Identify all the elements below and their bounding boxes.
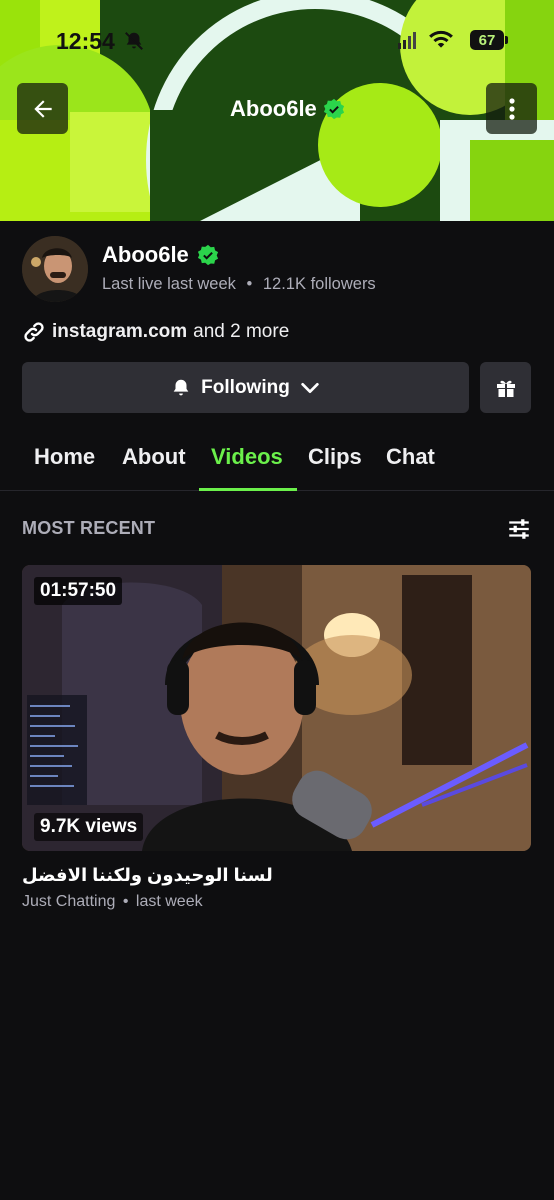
tab-clips[interactable]: Clips: [308, 444, 362, 470]
profile-name: Aboo6le: [102, 242, 189, 267]
avatar[interactable]: [22, 236, 88, 302]
following-button[interactable]: Following: [22, 362, 469, 413]
tab-home[interactable]: Home: [34, 444, 95, 470]
views-badge: 9.7K views: [34, 813, 144, 841]
gift-icon: [496, 380, 515, 397]
bell-off-icon: [123, 30, 145, 57]
battery-tip: [505, 36, 508, 44]
chevron-down-icon: [301, 382, 319, 393]
status-icons: [398, 30, 454, 50]
back-button[interactable]: [17, 83, 68, 134]
followers-count: 12.1K followers: [262, 275, 376, 293]
battery-icon: 67: [470, 30, 504, 50]
wifi-icon: [429, 30, 453, 48]
gift-button[interactable]: [480, 362, 531, 413]
tab-chat[interactable]: Chat: [386, 444, 435, 470]
video-meta: Just Chatting • last week: [22, 893, 203, 911]
video-title[interactable]: لسنا الوحيدون ولكننا الافضل: [22, 865, 273, 886]
social-links[interactable]: instagram.com and 2 more: [22, 320, 289, 344]
thumbnail-image: [22, 565, 531, 851]
verified-badge-icon: [323, 98, 344, 120]
primary-link[interactable]: instagram.com: [52, 321, 187, 343]
vertical-dots-icon: [508, 97, 515, 120]
video-posted: last week: [135, 893, 203, 910]
header-channel-name: Aboo6le: [230, 96, 317, 121]
meta-separator: •: [246, 275, 253, 293]
active-tab-indicator: [199, 488, 297, 491]
video-meta-separator: •: [122, 893, 129, 910]
header-title: Aboo6le: [230, 96, 345, 122]
video-thumbnail[interactable]: 01:57:50 9.7K views: [22, 565, 531, 851]
verified-badge-icon: [197, 244, 218, 266]
tab-videos[interactable]: Videos: [211, 444, 283, 470]
status-time: 12:54: [56, 28, 115, 54]
channel-tabs: Home About Videos Clips Chat: [0, 430, 554, 492]
bell-icon: [173, 379, 189, 395]
last-live: Last live last week: [102, 275, 236, 293]
more-options-button[interactable]: [486, 83, 537, 134]
following-label: Following: [201, 376, 290, 398]
arrow-left-icon: [33, 99, 52, 118]
duration-badge: 01:57:50: [34, 577, 123, 605]
section-title: MOST RECENT: [22, 518, 156, 538]
battery-level: 67: [478, 31, 496, 49]
profile-meta: Last live last week • 12.1K followers: [102, 275, 376, 294]
link-icon: [24, 322, 44, 342]
more-links[interactable]: and 2 more: [193, 321, 289, 343]
signal-icon: [398, 32, 416, 49]
tab-about[interactable]: About: [122, 444, 186, 470]
video-category[interactable]: Just Chatting: [22, 893, 115, 910]
sliders-icon[interactable]: [506, 516, 532, 547]
profile-name-row: Aboo6le: [102, 242, 219, 268]
